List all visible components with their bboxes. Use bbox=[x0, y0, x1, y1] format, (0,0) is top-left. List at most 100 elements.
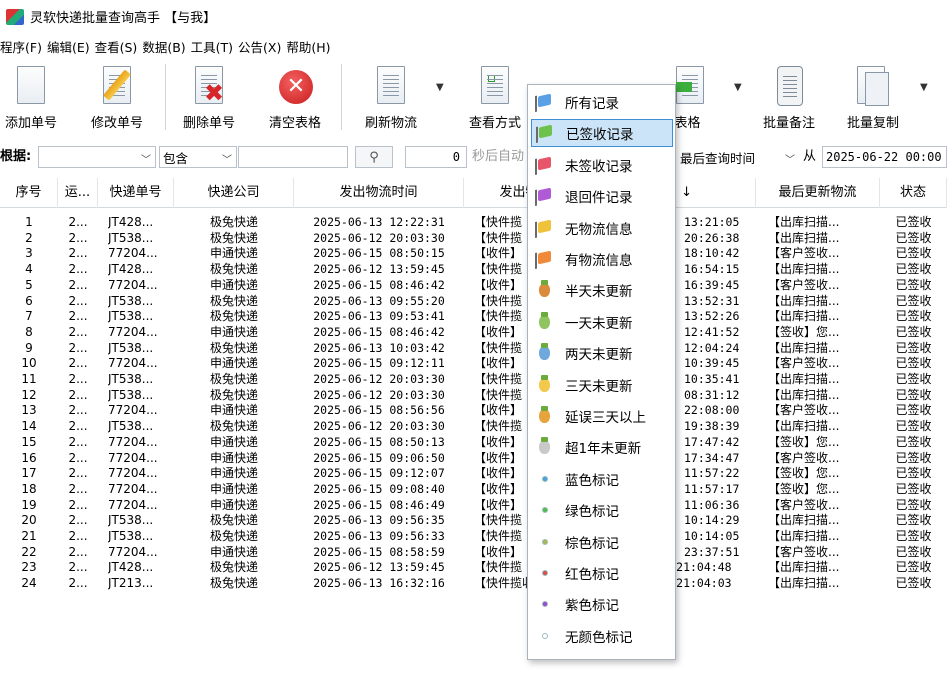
new-document-icon bbox=[13, 66, 49, 108]
cell-col-last-logistics: 【出库扫描... bbox=[768, 215, 840, 229]
auto-refresh-label: 秒后自动 bbox=[472, 149, 525, 164]
table-row[interactable]: 4 2... JT428... 极兔快递 2025-06-12 13:59:45 【快件揽… bbox=[0, 261, 947, 277]
add-tracking-button[interactable]: 添加单号 bbox=[0, 58, 64, 134]
cell-col-index: 19 bbox=[21, 497, 37, 512]
keyword-input[interactable] bbox=[238, 146, 348, 168]
filter-field-select[interactable]: ﹀ bbox=[38, 146, 156, 168]
table-row[interactable]: 18 2... 77204... 申通快递 2025-06-15 09:08:40 【收件… bbox=[0, 481, 947, 497]
table-row[interactable]: 5 2... 77204... 申通快递 2025-06-15 08:46:42 【收件】… bbox=[0, 277, 947, 293]
cell-col-update-time: 23:37:51 bbox=[684, 544, 740, 559]
copy-dropdown-caret-icon[interactable]: ▼ bbox=[920, 82, 928, 93]
header-col-tracking-no[interactable]: 快递单号 bbox=[98, 178, 174, 208]
table-row[interactable]: 14 2... JT538... 极兔快递 2025-06-12 20:03:30 【快件… bbox=[0, 418, 947, 434]
table-row[interactable]: 21 2... JT538... 极兔快递 2025-06-13 09:56:33 【快件… bbox=[0, 528, 947, 544]
menu-help[interactable]: 帮助(H) bbox=[286, 37, 335, 56]
header-col-send-time[interactable]: 发出物流时间 bbox=[294, 178, 464, 208]
cell-col-status: 已签收 bbox=[895, 277, 932, 292]
menu-view[interactable]: 查看(S) bbox=[95, 37, 143, 56]
popup-item-10[interactable]: 延误三天以上 bbox=[531, 402, 673, 430]
table-row[interactable]: 20 2... JT538... 极兔快递 2025-06-13 09:56:35 【快件… bbox=[0, 512, 947, 528]
popup-item-15[interactable]: 红色标记 bbox=[531, 559, 673, 587]
menu-data[interactable]: 数据(B) bbox=[142, 37, 190, 56]
cell-col-tracking-no: JT538... bbox=[108, 529, 154, 543]
match-mode-select[interactable]: 包含 ﹀ bbox=[159, 146, 237, 168]
table-row[interactable]: 11 2... JT538... 极兔快递 2025-06-12 20:03:30 【快件… bbox=[0, 371, 947, 387]
table-row[interactable]: 19 2... 77204... 申通快递 2025-06-15 08:46:49 【收件… bbox=[0, 497, 947, 513]
cell-col-op: 2... bbox=[68, 544, 88, 559]
view-mode-button[interactable]: 查看方式 bbox=[462, 58, 528, 134]
refresh-dropdown-caret-icon[interactable]: ▼ bbox=[436, 82, 444, 93]
table-row[interactable]: 2 2... JT538... 极兔快递 2025-06-12 20:03:30 【快件揽… bbox=[0, 230, 947, 246]
popup-item-9[interactable]: 三天未更新 bbox=[531, 371, 673, 399]
cell-col-send-time: 2025-06-15 08:46:42 bbox=[313, 324, 445, 339]
table-row[interactable]: 1 2... JT428... 极兔快递 2025-06-13 12:22:31 【快件揽… bbox=[0, 214, 947, 230]
table-row[interactable]: 9 2... JT538... 极兔快递 2025-06-13 10:03:42 【快件揽… bbox=[0, 340, 947, 356]
header-col-op[interactable]: 运... bbox=[58, 178, 98, 208]
popup-item-1[interactable]: 已签收记录 bbox=[531, 119, 673, 148]
refresh-logistics-button[interactable]: 刷新物流 bbox=[356, 58, 426, 134]
table-row[interactable]: 24 2... JT213... 极兔快递 2025-06-13 16:32:16 【快件… bbox=[0, 575, 947, 591]
header-col-last-logistics[interactable]: 最后更新物流 bbox=[756, 178, 880, 208]
popup-item-13[interactable]: 绿色标记 bbox=[531, 496, 673, 524]
search-button[interactable]: ⚲ bbox=[355, 146, 393, 168]
table-row[interactable]: 10 2... 77204... 申通快递 2025-06-15 09:12:11 【收件… bbox=[0, 355, 947, 371]
refresh-interval-input[interactable]: 0 bbox=[405, 146, 467, 168]
table-row[interactable]: 13 2... 77204... 申通快递 2025-06-15 08:56:56 【收件… bbox=[0, 402, 947, 418]
table-row[interactable]: 3 2... 77204... 申通快递 2025-06-15 08:50:15 【收件】… bbox=[0, 245, 947, 261]
popup-item-8[interactable]: 两天未更新 bbox=[531, 339, 673, 367]
header-col-courier[interactable]: 快递公司 bbox=[174, 178, 294, 208]
popup-item-label: 绿色标记 bbox=[565, 504, 619, 521]
popup-item-16[interactable]: 紫色标记 bbox=[531, 590, 673, 618]
table-row[interactable]: 7 2... JT538... 极兔快递 2025-06-13 09:53:41 【快件揽… bbox=[0, 308, 947, 324]
from-date-input[interactable]: 2025-06-22 00:00 bbox=[822, 146, 947, 168]
menu-program[interactable]: 程序(F) bbox=[0, 37, 47, 56]
export-dropdown-caret-icon[interactable]: ▼ bbox=[734, 82, 742, 93]
popup-item-3[interactable]: 退回件记录 bbox=[531, 182, 673, 210]
cell-col-op: 2... bbox=[68, 277, 88, 292]
checklist-icon bbox=[477, 66, 513, 108]
popup-item-11[interactable]: 超1年未更新 bbox=[531, 433, 673, 461]
popup-item-14[interactable]: 棕色标记 bbox=[531, 528, 673, 556]
table-row[interactable]: 23 2... JT428... 极兔快递 2025-06-12 13:59:45 【快件… bbox=[0, 559, 947, 575]
table-row[interactable]: 22 2... 77204... 申通快递 2025-06-15 08:58:59 【收件… bbox=[0, 544, 947, 560]
delete-tracking-label: 删除单号 bbox=[182, 116, 235, 131]
refresh-logistics-label: 刷新物流 bbox=[364, 116, 417, 131]
cell-col-update-time: 08:31:12 bbox=[684, 387, 740, 402]
popup-item-6[interactable]: 半天未更新 bbox=[531, 276, 673, 304]
popup-item-12[interactable]: 蓝色标记 bbox=[531, 465, 673, 493]
menu-tools[interactable]: 工具(T) bbox=[191, 37, 238, 56]
cell-col-send-time: 2025-06-15 08:58:59 bbox=[313, 544, 445, 559]
menu-notice[interactable]: 公告(X) bbox=[238, 37, 286, 56]
cell-col-send-time: 2025-06-15 08:46:42 bbox=[313, 277, 445, 292]
delete-tracking-button[interactable]: ✖ 删除单号 bbox=[176, 58, 242, 134]
table-row[interactable]: 15 2... 77204... 申通快递 2025-06-15 08:50:13 【收件… bbox=[0, 434, 947, 450]
header-col-status[interactable]: 状态 bbox=[880, 178, 947, 208]
table-row[interactable]: 6 2... JT538... 极兔快递 2025-06-13 09:55:20 【快件揽… bbox=[0, 293, 947, 309]
flag-icon bbox=[535, 187, 553, 205]
cell-col-update-time: 19:38:39 bbox=[684, 419, 740, 434]
popup-item-2[interactable]: 未签收记录 bbox=[531, 151, 673, 179]
medal-icon bbox=[535, 311, 553, 331]
table-row[interactable]: 12 2... JT538... 极兔快递 2025-06-12 20:03:30 【快件… bbox=[0, 387, 947, 403]
batch-copy-button[interactable]: 批量复制 bbox=[838, 58, 908, 134]
popup-item-4[interactable]: 无物流信息 bbox=[531, 214, 673, 242]
popup-item-7[interactable]: 一天未更新 bbox=[531, 308, 673, 336]
clear-table-button[interactable]: ✕ 清空表格 bbox=[260, 58, 330, 134]
popup-item-0[interactable]: 所有记录 bbox=[531, 88, 673, 116]
table-row[interactable]: 16 2... 77204... 申通快递 2025-06-15 09:06:50 【收件… bbox=[0, 450, 947, 466]
cell-col-tracking-no: 77204... bbox=[108, 544, 158, 559]
table-row[interactable]: 8 2... 77204... 申通快递 2025-06-15 08:46:42 【收件】… bbox=[0, 324, 947, 340]
cell-col-status: 已签收 bbox=[895, 372, 932, 386]
popup-item-5[interactable]: 有物流信息 bbox=[531, 245, 673, 273]
cell-col-status: 已签收 bbox=[895, 560, 932, 575]
edit-pencil-icon bbox=[99, 66, 135, 108]
time-field-select[interactable]: 最后查询时间 ﹀ bbox=[676, 146, 800, 168]
cell-col-status: 已签收 bbox=[895, 262, 932, 277]
header-col-index[interactable]: 序号 bbox=[0, 178, 58, 208]
batch-note-button[interactable]: 批量备注 bbox=[754, 58, 824, 134]
table-row[interactable]: 17 2... 77204... 申通快递 2025-06-15 09:12:07 【收件… bbox=[0, 465, 947, 481]
menu-edit[interactable]: 编辑(E) bbox=[47, 37, 95, 56]
popup-item-label: 无物流信息 bbox=[565, 221, 633, 238]
popup-item-17[interactable]: 无颜色标记 bbox=[531, 622, 673, 650]
edit-tracking-button[interactable]: 修改单号 bbox=[84, 58, 150, 134]
